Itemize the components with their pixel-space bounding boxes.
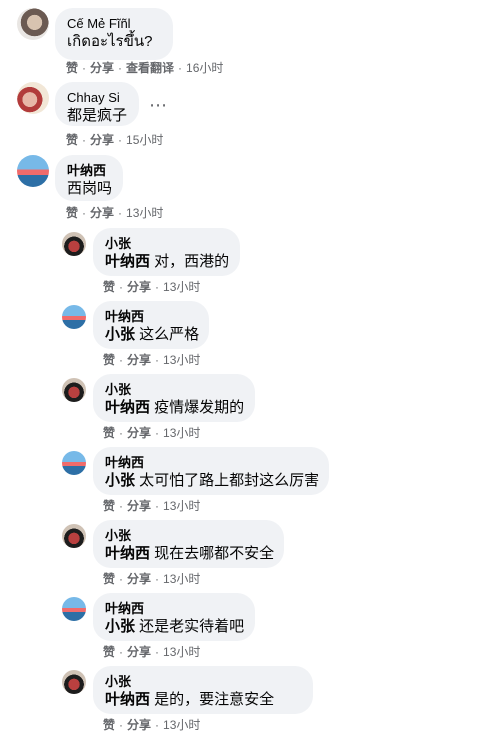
reply-time[interactable]: 13小时	[163, 280, 200, 294]
comment-text: 都是疯子	[67, 107, 128, 124]
like-button[interactable]: 赞	[103, 499, 115, 513]
share-button[interactable]: 分享	[90, 206, 114, 220]
reply-actions: 赞 · 分享 · 13小时	[103, 280, 201, 294]
reply-text: 叶纳西 现在去哪都不安全	[105, 545, 275, 562]
comment-actions: 赞 · 分享 · 查看翻译 · 16小时	[66, 61, 224, 75]
reply-bubble: 小张 叶纳西 是的，要注意安全	[93, 666, 313, 714]
like-button[interactable]: 赞	[103, 280, 115, 294]
mention[interactable]: 叶纳西	[105, 253, 150, 270]
reply-bubble: 小张 叶纳西 现在去哪都不安全	[93, 520, 284, 568]
share-button[interactable]: 分享	[127, 499, 151, 513]
share-button[interactable]: 分享	[127, 718, 151, 732]
mention[interactable]: 小张	[105, 472, 135, 489]
comment-time[interactable]: 13小时	[126, 206, 163, 220]
reply-author[interactable]: 叶纳西	[105, 455, 317, 471]
reply-bubble: 叶纳西 小张 这么严格	[93, 301, 209, 349]
avatar[interactable]	[17, 82, 49, 114]
reply-text: 叶纳西 疫情爆发期的	[105, 399, 245, 416]
share-button[interactable]: 分享	[90, 61, 114, 75]
share-button[interactable]: 分享	[127, 353, 151, 367]
reply-actions: 赞 · 分享 · 13小时	[103, 426, 201, 440]
reply-time[interactable]: 13小时	[163, 353, 200, 367]
avatar[interactable]	[17, 155, 49, 187]
reply-author[interactable]: 叶纳西	[105, 309, 197, 325]
mention[interactable]: 叶纳西	[105, 545, 150, 562]
like-button[interactable]: 赞	[103, 353, 115, 367]
avatar[interactable]	[62, 597, 86, 621]
avatar[interactable]	[62, 378, 86, 402]
avatar[interactable]	[62, 670, 86, 694]
comment-text: เกิดอะไรขึ้น?	[67, 33, 153, 50]
reply-bubble: 小张 叶纳西 疫情爆发期的	[93, 374, 255, 422]
see-translation-link[interactable]: 查看翻译	[126, 61, 174, 75]
comment-author[interactable]: 叶纳西	[67, 163, 111, 179]
mention[interactable]: 小张	[105, 326, 135, 343]
share-button[interactable]: 分享	[90, 133, 114, 147]
reply-time[interactable]: 13小时	[163, 572, 200, 586]
comment-author[interactable]: Cế Mẻ Fĩñl	[67, 16, 161, 32]
reply-author[interactable]: 小张	[105, 382, 243, 398]
comment-actions: 赞 · 分享 · 13小时	[66, 206, 164, 220]
reply-author[interactable]: 小张	[105, 236, 228, 252]
avatar[interactable]	[62, 524, 86, 548]
comment-bubble: 叶纳西 西岗吗	[55, 155, 123, 201]
reply-time[interactable]: 13小时	[163, 426, 200, 440]
reply-text: 叶纳西 是的，要注意安全	[105, 691, 275, 708]
mention[interactable]: 叶纳西	[105, 399, 150, 416]
reply-author[interactable]: 小张	[105, 674, 301, 690]
like-button[interactable]: 赞	[103, 645, 115, 659]
avatar[interactable]	[62, 232, 86, 256]
like-button[interactable]: 赞	[66, 133, 78, 147]
avatar[interactable]	[62, 305, 86, 329]
comment-time[interactable]: 16小时	[186, 61, 223, 75]
reply-actions: 赞 · 分享 · 13小时	[103, 572, 201, 586]
share-button[interactable]: 分享	[127, 645, 151, 659]
reply-text: 叶纳西 对，西港的	[105, 253, 230, 270]
share-button[interactable]: 分享	[127, 280, 151, 294]
reply-author[interactable]: 叶纳西	[105, 601, 243, 617]
more-options-icon[interactable]: ⋯	[149, 96, 168, 114]
reply-time[interactable]: 13小时	[163, 645, 200, 659]
comment-bubble: Chhay Si 都是疯子	[55, 82, 139, 126]
comment-text: 西岗吗	[67, 180, 113, 197]
comment-bubble: Cế Mẻ Fĩñl เกิดอะไรขึ้น?	[55, 8, 173, 60]
reply-time[interactable]: 13小时	[163, 718, 200, 732]
like-button[interactable]: 赞	[103, 426, 115, 440]
mention[interactable]: 叶纳西	[105, 691, 150, 708]
reply-actions: 赞 · 分享 · 13小时	[103, 499, 201, 513]
comment-actions: 赞 · 分享 · 15小时	[66, 133, 164, 147]
mention[interactable]: 小张	[105, 618, 135, 635]
like-button[interactable]: 赞	[103, 718, 115, 732]
reply-actions: 赞 · 分享 · 13小时	[103, 645, 201, 659]
reply-text: 小张 还是老实待着吧	[105, 618, 245, 635]
avatar[interactable]	[62, 451, 86, 475]
reply-bubble: 叶纳西 小张 还是老实待着吧	[93, 593, 255, 641]
like-button[interactable]: 赞	[66, 61, 78, 75]
comment-author[interactable]: Chhay Si	[67, 90, 127, 106]
reply-actions: 赞 · 分享 · 13小时	[103, 353, 201, 367]
like-button[interactable]: 赞	[103, 572, 115, 586]
reply-text: 小张 这么严格	[105, 326, 200, 343]
like-button[interactable]: 赞	[66, 206, 78, 220]
share-button[interactable]: 分享	[127, 426, 151, 440]
reply-actions: 赞 · 分享 · 13小时	[103, 718, 201, 732]
reply-bubble: 叶纳西 小张 太可怕了路上都封这么厉害	[93, 447, 329, 495]
reply-time[interactable]: 13小时	[163, 499, 200, 513]
reply-bubble: 小张 叶纳西 对，西港的	[93, 228, 240, 276]
comment-time[interactable]: 15小时	[126, 133, 163, 147]
reply-author[interactable]: 小张	[105, 528, 272, 544]
reply-text: 小张 太可怕了路上都封这么厉害	[105, 472, 320, 489]
avatar[interactable]	[17, 8, 49, 40]
share-button[interactable]: 分享	[127, 572, 151, 586]
